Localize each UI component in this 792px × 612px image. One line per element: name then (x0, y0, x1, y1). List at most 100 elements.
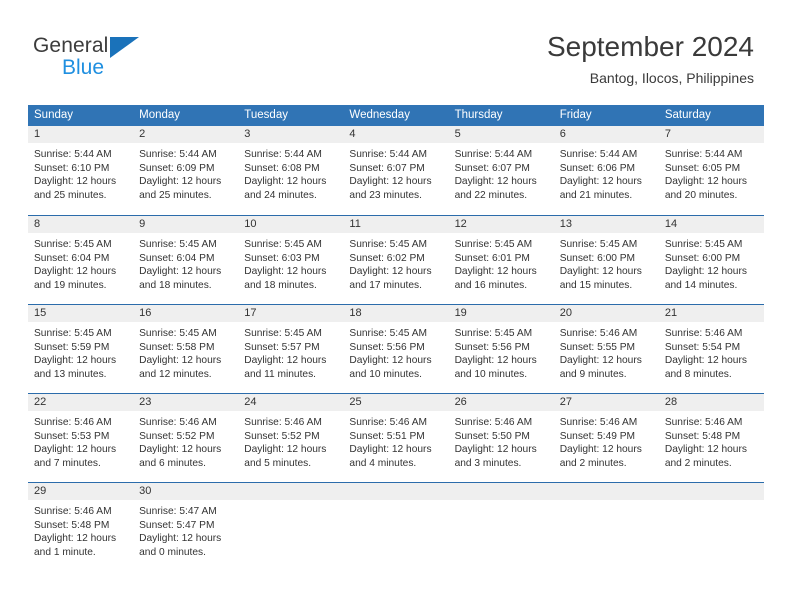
day-number-band: 26 (448, 394, 554, 411)
sunset-text: Sunset: 5:55 PM (559, 341, 636, 353)
sunrise-text: Sunrise: 5:46 AM (34, 506, 112, 517)
daylight-text-line1: Daylight: 12 hours (139, 355, 222, 367)
day-number-band: 15 (28, 305, 134, 322)
day-number-band: 8 (28, 216, 134, 233)
daylight-text-line1: Daylight: 12 hours (664, 444, 747, 456)
daylight-text-line1: Daylight: 12 hours (34, 266, 117, 278)
daylight-text-line1: Daylight: 12 hours (244, 176, 327, 188)
day-cell[interactable]: 4 Sunrise: 5:44 AM Sunset: 6:07 PM Dayli… (343, 126, 449, 215)
day-number: 1 (34, 128, 41, 140)
day-cell-empty (658, 483, 764, 571)
week-row: 8 Sunrise: 5:45 AM Sunset: 6:04 PM Dayli… (28, 215, 764, 304)
daylight-text-line1: Daylight: 12 hours (664, 355, 747, 367)
day-cell-empty (448, 483, 554, 571)
day-number-band: 24 (238, 394, 344, 411)
day-cell[interactable]: 24 Sunrise: 5:46 AM Sunset: 5:52 PM Dayl… (238, 394, 344, 482)
day-details: Sunrise: 5:44 AM Sunset: 6:07 PM Dayligh… (343, 143, 448, 202)
day-cell-empty (553, 483, 659, 571)
daylight-text-line1: Daylight: 12 hours (139, 533, 222, 545)
day-details: Sunrise: 5:44 AM Sunset: 6:08 PM Dayligh… (238, 143, 343, 202)
sunset-text: Sunset: 6:10 PM (34, 162, 110, 174)
day-number: 6 (559, 128, 566, 140)
daylight-text-line2: and 17 minutes. (349, 279, 422, 291)
general-blue-logo[interactable]: General Blue (33, 34, 233, 90)
day-cell[interactable]: 15 Sunrise: 5:45 AM Sunset: 5:59 PM Dayl… (28, 305, 134, 393)
sunset-text: Sunset: 5:56 PM (349, 341, 425, 353)
weekday-friday: Friday (559, 109, 592, 121)
sunset-text: Sunset: 6:07 PM (454, 162, 530, 174)
day-details: Sunrise: 5:45 AM Sunset: 6:02 PM Dayligh… (343, 233, 448, 292)
day-cell[interactable]: 29 Sunrise: 5:46 AM Sunset: 5:48 PM Dayl… (28, 483, 134, 571)
sunset-text: Sunset: 6:01 PM (454, 252, 530, 264)
day-cell[interactable]: 21 Sunrise: 5:46 AM Sunset: 5:54 PM Dayl… (658, 305, 764, 393)
daylight-text-line1: Daylight: 12 hours (454, 355, 537, 367)
day-cell[interactable]: 17 Sunrise: 5:45 AM Sunset: 5:57 PM Dayl… (238, 305, 344, 393)
day-number-band: 17 (238, 305, 344, 322)
day-number: 14 (664, 218, 678, 230)
day-cell[interactable]: 23 Sunrise: 5:46 AM Sunset: 5:52 PM Dayl… (133, 394, 239, 482)
day-number-band: 16 (133, 305, 239, 322)
daylight-text-line2: and 12 minutes. (139, 368, 212, 380)
sunrise-text: Sunrise: 5:45 AM (244, 239, 322, 250)
sunset-text: Sunset: 6:00 PM (559, 252, 636, 264)
sunrise-text: Sunrise: 5:44 AM (244, 149, 322, 160)
day-cell[interactable]: 25 Sunrise: 5:46 AM Sunset: 5:51 PM Dayl… (343, 394, 449, 482)
day-cell[interactable]: 7 Sunrise: 5:44 AM Sunset: 6:05 PM Dayli… (658, 126, 764, 215)
day-number: 30 (139, 485, 152, 497)
day-cell[interactable]: 3 Sunrise: 5:44 AM Sunset: 6:08 PM Dayli… (238, 126, 344, 215)
day-cell[interactable]: 1 Sunrise: 5:44 AM Sunset: 6:10 PM Dayli… (28, 126, 134, 215)
daylight-text-line1: Daylight: 12 hours (349, 444, 432, 456)
day-cell[interactable]: 14 Sunrise: 5:45 AM Sunset: 6:00 PM Dayl… (658, 216, 764, 304)
location-subtitle: Bantog, Ilocos, Philippines (589, 70, 754, 86)
daylight-text-line2: and 19 minutes. (34, 279, 107, 291)
sunrise-text: Sunrise: 5:46 AM (34, 417, 112, 428)
daylight-text-line2: and 24 minutes. (244, 189, 317, 201)
daylight-text-line1: Daylight: 12 hours (139, 176, 222, 188)
day-cell[interactable]: 13 Sunrise: 5:45 AM Sunset: 6:00 PM Dayl… (553, 216, 659, 304)
day-cell[interactable]: 5 Sunrise: 5:44 AM Sunset: 6:07 PM Dayli… (448, 126, 554, 215)
day-cell-empty (238, 483, 344, 571)
day-cell[interactable]: 11 Sunrise: 5:45 AM Sunset: 6:02 PM Dayl… (343, 216, 449, 304)
day-details: Sunrise: 5:44 AM Sunset: 6:06 PM Dayligh… (554, 143, 659, 202)
daylight-text-line1: Daylight: 12 hours (244, 355, 327, 367)
day-cell[interactable]: 12 Sunrise: 5:45 AM Sunset: 6:01 PM Dayl… (448, 216, 554, 304)
day-number-band (553, 483, 659, 500)
day-cell[interactable]: 9 Sunrise: 5:45 AM Sunset: 6:04 PM Dayli… (133, 216, 239, 304)
weekday-sunday: Sunday (34, 109, 74, 121)
day-cell[interactable]: 30 Sunrise: 5:47 AM Sunset: 5:47 PM Dayl… (133, 483, 239, 571)
day-cell[interactable]: 8 Sunrise: 5:45 AM Sunset: 6:04 PM Dayli… (28, 216, 134, 304)
sunrise-text: Sunrise: 5:45 AM (454, 328, 533, 339)
day-details: Sunrise: 5:45 AM Sunset: 5:58 PM Dayligh… (133, 322, 238, 381)
sunrise-text: Sunrise: 5:46 AM (559, 328, 638, 339)
weekday-wednesday: Wednesday (349, 109, 410, 121)
day-cell[interactable]: 28 Sunrise: 5:46 AM Sunset: 5:48 PM Dayl… (658, 394, 764, 482)
day-cell[interactable]: 27 Sunrise: 5:46 AM Sunset: 5:49 PM Dayl… (553, 394, 659, 482)
daylight-text-line2: and 4 minutes. (349, 457, 417, 469)
day-cell[interactable]: 10 Sunrise: 5:45 AM Sunset: 6:03 PM Dayl… (238, 216, 344, 304)
daylight-text-line1: Daylight: 12 hours (139, 266, 222, 278)
sunset-text: Sunset: 6:04 PM (139, 252, 215, 264)
sunset-text: Sunset: 5:57 PM (244, 341, 320, 353)
day-number-band: 23 (133, 394, 239, 411)
day-cell[interactable]: 19 Sunrise: 5:45 AM Sunset: 5:56 PM Dayl… (448, 305, 554, 393)
sunrise-text: Sunrise: 5:45 AM (349, 328, 428, 339)
day-cell[interactable]: 20 Sunrise: 5:46 AM Sunset: 5:55 PM Dayl… (553, 305, 659, 393)
day-number-band: 27 (553, 394, 659, 411)
weekday-saturday: Saturday (664, 109, 711, 121)
day-cell[interactable]: 2 Sunrise: 5:44 AM Sunset: 6:09 PM Dayli… (133, 126, 239, 215)
sunrise-text: Sunrise: 5:45 AM (139, 328, 217, 339)
daylight-text-line2: and 18 minutes. (139, 279, 212, 291)
day-cell[interactable]: 16 Sunrise: 5:45 AM Sunset: 5:58 PM Dayl… (133, 305, 239, 393)
day-details: Sunrise: 5:47 AM Sunset: 5:47 PM Dayligh… (133, 500, 238, 559)
day-cell[interactable]: 6 Sunrise: 5:44 AM Sunset: 6:06 PM Dayli… (553, 126, 659, 215)
day-number-band: 13 (553, 216, 659, 233)
day-cell[interactable]: 26 Sunrise: 5:46 AM Sunset: 5:50 PM Dayl… (448, 394, 554, 482)
day-number-band: 2 (133, 126, 239, 143)
day-cell[interactable]: 22 Sunrise: 5:46 AM Sunset: 5:53 PM Dayl… (28, 394, 134, 482)
day-number: 12 (454, 218, 467, 230)
day-cell[interactable]: 18 Sunrise: 5:45 AM Sunset: 5:56 PM Dayl… (343, 305, 449, 393)
weekday-monday: Monday (139, 109, 181, 121)
sunrise-text: Sunrise: 5:45 AM (34, 239, 112, 250)
day-number-band: 1 (28, 126, 134, 143)
daylight-text-line2: and 7 minutes. (34, 457, 101, 469)
